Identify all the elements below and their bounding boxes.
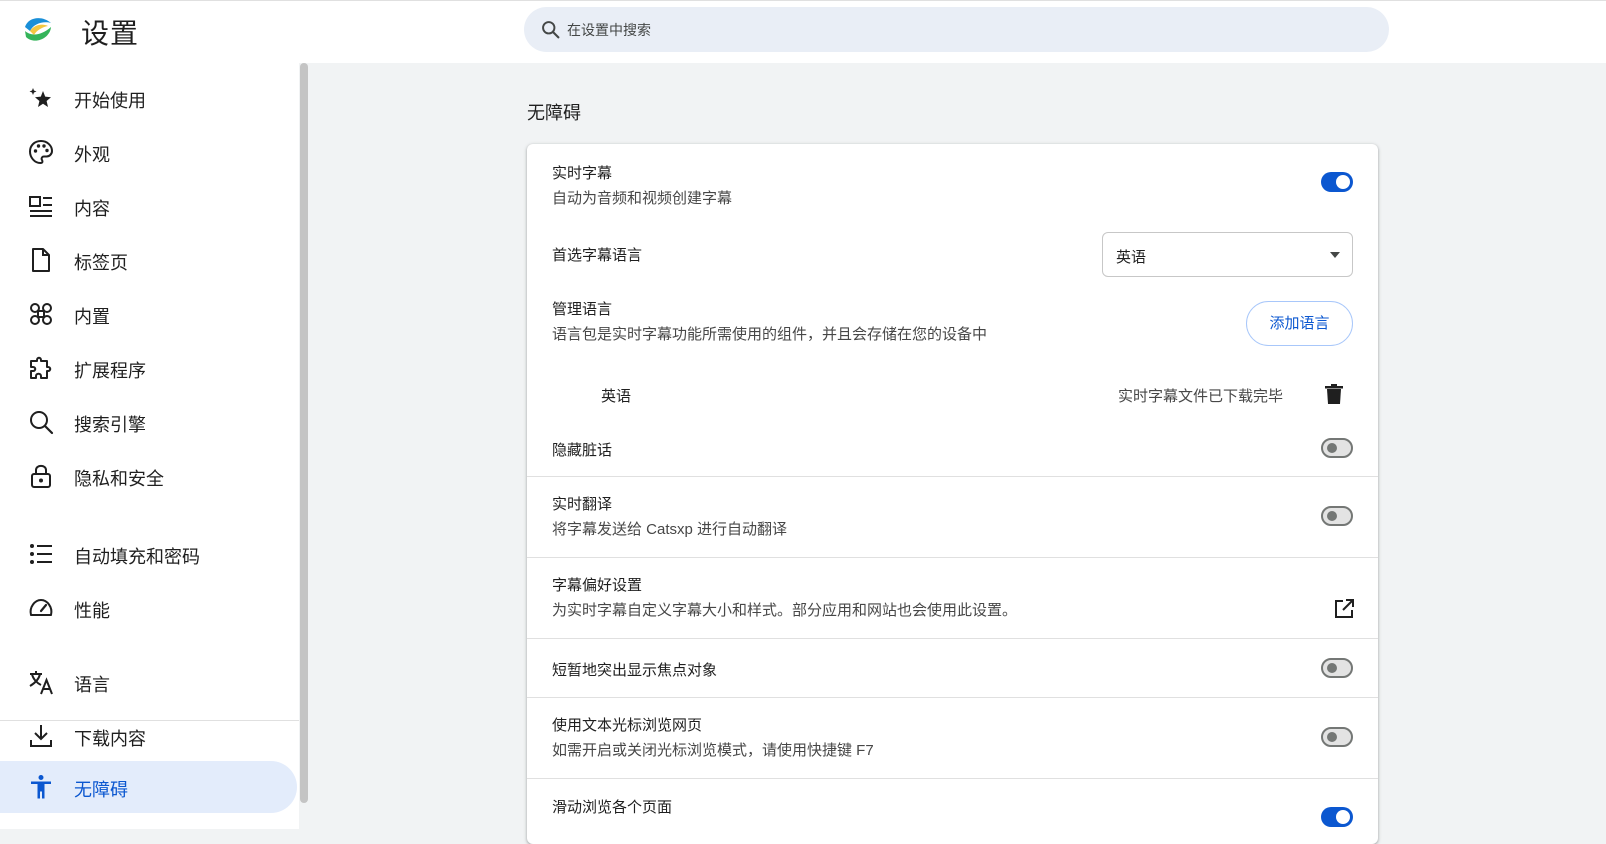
language-name: 英语 (601, 388, 632, 405)
caret-browsing-toggle[interactable] (1321, 727, 1353, 747)
sidebar-item-label: 自动填充和密码 (74, 547, 200, 567)
download-status: 实时字幕文件已下载完毕 (1118, 388, 1284, 405)
caret-browsing-row[interactable]: 使用文本光标浏览网页 如需开启或关闭光标浏览模式，请使用快捷键 F7 (527, 698, 1378, 778)
caret-down-icon (1330, 252, 1340, 258)
row-description: 自动为音频和视频创建字幕 (552, 190, 733, 207)
row-title: 字幕偏好设置 (552, 577, 643, 594)
swipe-navigation-toggle[interactable] (1321, 807, 1353, 827)
sidebar-item-label: 下载内容 (74, 729, 146, 749)
live-translate-toggle[interactable] (1321, 506, 1353, 526)
sidebar-item-autofill[interactable]: 自动填充和密码 (0, 529, 297, 579)
sparkle-star-icon (29, 88, 51, 107)
settings-search-input[interactable] (567, 7, 1367, 52)
hide-profanity-toggle[interactable] (1321, 438, 1353, 458)
sidebar-item-extensions[interactable]: 扩展程序 (0, 343, 297, 393)
row-description: 将字幕发送给 Catsxp 进行自动翻译 (552, 521, 788, 538)
speedometer-icon (29, 599, 53, 616)
sidebar-item-label: 语言 (74, 675, 110, 695)
row-title: 管理语言 (552, 301, 613, 318)
search-box[interactable] (524, 7, 1389, 52)
checklist-icon (30, 544, 52, 564)
sidebar-item-label: 标签页 (74, 253, 128, 273)
row-description: 为实时字幕自定义字幕大小和样式。部分应用和网站也会使用此设置。 (552, 602, 1018, 619)
sidebar-item-tabs[interactable]: 标签页 (0, 235, 297, 285)
sidebar-item-appearance[interactable]: 外观 (0, 127, 297, 177)
sidebar-item-label: 扩展程序 (74, 361, 146, 381)
page-title: 设置 (81, 18, 140, 49)
row-title: 滑动浏览各个页面 (552, 799, 673, 816)
row-title: 使用文本光标浏览网页 (552, 717, 703, 734)
search-icon (542, 21, 560, 39)
focus-highlight-row[interactable]: 短暂地突出显示焦点对象 (527, 639, 1378, 697)
article-icon (29, 196, 52, 217)
sidebar-item-get-started[interactable]: 开始使用 (0, 73, 297, 123)
browser-logo-icon (25, 18, 51, 41)
hide-profanity-row[interactable]: 隐藏脏话 (527, 422, 1378, 476)
sidebar-item-downloads[interactable]: 下载内容 (0, 711, 297, 761)
focus-highlight-toggle[interactable] (1321, 658, 1353, 678)
sidebar-item-label: 外观 (74, 145, 110, 165)
caption-language-select[interactable]: 英语 (1102, 232, 1353, 277)
main-content: 无障碍 实时字幕 自动为音频和视频创建字幕 首选字幕语言 英语 管理语言 语言包… (309, 63, 1606, 844)
search-icon (30, 411, 54, 435)
row-title: 隐藏脏话 (552, 442, 613, 459)
sidebar-item-label: 搜索引擎 (74, 415, 146, 435)
row-title: 短暂地突出显示焦点对象 (552, 662, 718, 679)
download-icon (30, 725, 52, 747)
row-title: 实时字幕 (552, 165, 613, 182)
lock-icon (31, 464, 51, 488)
live-translate-row[interactable]: 实时翻译 将字幕发送给 Catsxp 进行自动翻译 (527, 477, 1378, 557)
puzzle-icon (30, 356, 52, 379)
row-description: 如需开启或关闭光标浏览模式，请使用快捷键 F7 (552, 742, 874, 759)
select-value: 英语 (1116, 249, 1147, 266)
sidebar-item-accessibility[interactable]: 无障碍 (0, 761, 297, 813)
sidebar-item-label: 开始使用 (74, 91, 146, 111)
scrollbar-thumb[interactable] (300, 63, 308, 803)
sidebar-item-label: 内置 (74, 307, 110, 327)
sidebar-item-label: 内容 (74, 199, 110, 219)
live-caption-toggle[interactable] (1321, 172, 1353, 192)
delete-icon[interactable] (1325, 384, 1343, 404)
sidebar-item-languages[interactable]: 语言 (0, 657, 297, 707)
sidebar-item-content[interactable]: 内容 (0, 181, 297, 231)
open-in-new-icon[interactable] (1334, 599, 1354, 619)
palette-icon (28, 139, 54, 165)
sidebar-item-performance[interactable]: 性能 (0, 583, 297, 633)
translate-icon (29, 671, 53, 695)
sidebar: 开始使用 外观 内容 标签页 内置 扩展程序 搜索引擎 隐私和安全 自动填充和密… (0, 63, 300, 829)
command-key-icon (30, 303, 52, 325)
row-title: 首选字幕语言 (552, 247, 643, 264)
caption-preferences-row[interactable]: 字幕偏好设置 为实时字幕自定义字幕大小和样式。部分应用和网站也会使用此设置。 (527, 558, 1378, 638)
sidebar-item-label: 隐私和安全 (74, 469, 164, 489)
sidebar-item-label: 无障碍 (74, 780, 128, 800)
sidebar-item-label: 性能 (74, 601, 110, 621)
sidebar-scrollbar[interactable] (299, 63, 309, 829)
top-bar: 设置 (0, 0, 1606, 63)
accessibility-card: 实时字幕 自动为音频和视频创建字幕 首选字幕语言 英语 管理语言 语言包是实时字… (527, 144, 1378, 844)
sidebar-item-search-engine[interactable]: 搜索引擎 (0, 397, 297, 447)
document-icon (32, 248, 50, 272)
section-title: 无障碍 (527, 103, 581, 123)
sidebar-item-builtin[interactable]: 内置 (0, 289, 297, 339)
live-caption-row[interactable]: 实时字幕 自动为音频和视频创建字幕 (527, 144, 1378, 218)
row-title: 实时翻译 (552, 496, 613, 513)
swipe-navigation-row[interactable]: 滑动浏览各个页面 (527, 779, 1378, 844)
row-description: 语言包是实时字幕功能所需使用的组件，并且会存储在您的设备中 (552, 326, 988, 343)
sidebar-item-privacy[interactable]: 隐私和安全 (0, 451, 297, 501)
accessibility-icon (31, 775, 51, 799)
language-entry-row: 英语 实时字幕文件已下载完毕 (527, 362, 1378, 422)
add-language-button[interactable]: 添加语言 (1246, 301, 1353, 346)
